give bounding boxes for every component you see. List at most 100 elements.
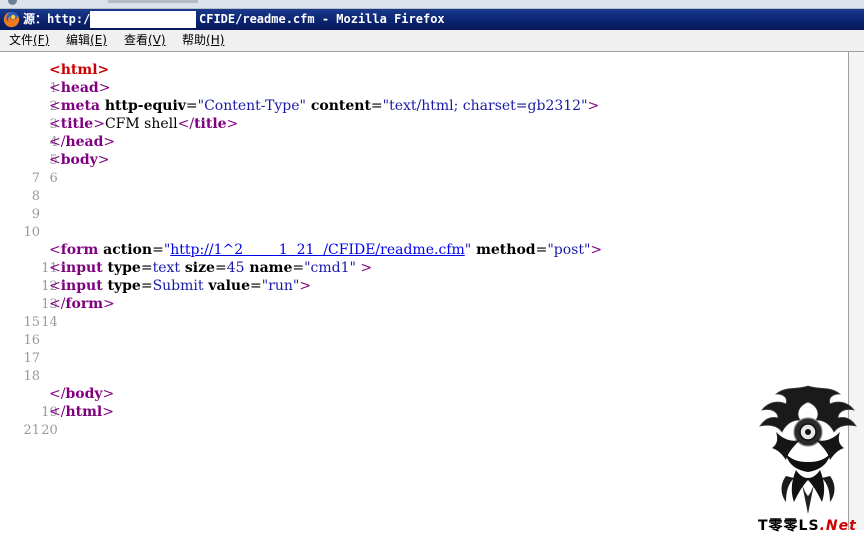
- line-number: 16: [23, 333, 40, 348]
- tag-name: head: [60, 80, 99, 96]
- source-line: 7: [0, 169, 40, 187]
- line-code: </html>: [49, 403, 114, 421]
- line-number: 7: [31, 171, 40, 186]
- attr-equals: =: [370, 98, 383, 114]
- source-line: 8: [0, 187, 40, 205]
- line-code: </body>: [49, 385, 114, 403]
- tag-name: head: [65, 134, 104, 150]
- attr-name: action: [98, 242, 153, 258]
- redacted-host: [90, 11, 196, 28]
- tag-name: body: [65, 386, 103, 402]
- attr-name: method: [471, 242, 536, 258]
- menu-edit[interactable]: 编辑(E): [66, 33, 107, 48]
- line-code: </head>: [49, 133, 115, 151]
- line-number: 18: [23, 369, 40, 384]
- line-number: 15: [23, 315, 40, 330]
- attr-name: type: [102, 278, 141, 294]
- line-number: 21: [23, 423, 40, 438]
- tag-name: form: [65, 296, 104, 312]
- menu-file[interactable]: 文件(F): [9, 33, 49, 48]
- tag-open: </: [49, 386, 66, 402]
- line-code: </form>: [49, 295, 115, 313]
- menu-edit-key: (E): [90, 33, 107, 47]
- line-number: 9: [31, 207, 40, 222]
- tag-close: >: [102, 404, 114, 420]
- line-code: <head>: [49, 79, 110, 97]
- source-line: 19 </body>: [0, 385, 114, 420]
- menu-help[interactable]: 帮助(H): [182, 33, 224, 48]
- source-line: 10: [0, 223, 40, 241]
- attr-name: value: [203, 278, 251, 294]
- tag-close: >: [103, 134, 116, 150]
- line-number: 10: [23, 225, 40, 240]
- source-line: 12 <input type=text size=45 name="cmd1" …: [0, 259, 372, 294]
- line-code: <html>: [49, 61, 109, 79]
- source-line: 6 <body>: [0, 151, 110, 186]
- source-line: 21: [0, 421, 40, 439]
- line-code: <input type=Submit value="run">: [49, 277, 311, 295]
- background-window-strip: [0, 0, 864, 9]
- attr-value: "Content-Type": [197, 98, 306, 114]
- tag-open: <: [49, 242, 61, 258]
- source-line: 4 <title>CFM shell</title>: [0, 115, 238, 150]
- tag-name: title: [194, 116, 227, 132]
- tag-close: >: [590, 242, 603, 258]
- attr-value: text: [152, 260, 181, 276]
- attr-equals: =: [140, 260, 153, 276]
- attr-value: "run": [261, 278, 300, 294]
- title-bar[interactable]: 源：http:// CFIDE/readme.cfm - Mozilla Fir…: [0, 9, 864, 30]
- title-text: CFM shell: [104, 116, 178, 132]
- tag-close: >: [587, 98, 600, 114]
- attr-value: "text/html; charset=gb2312": [382, 98, 588, 114]
- tag-open: <: [49, 80, 61, 96]
- source-line: 11 <form action="http://1^2 1 21 /CFIDE/…: [0, 241, 602, 276]
- tag-close: >: [98, 80, 111, 96]
- window-title-prefix: 源：http://: [23, 12, 98, 26]
- source-line: 14 </form>: [0, 295, 114, 330]
- watermark-brand: T零零LS: [758, 518, 820, 534]
- status-area: [0, 530, 864, 540]
- window-title-suffix: CFIDE/readme.cfm - Mozilla Firefox: [199, 12, 445, 26]
- menu-file-label: 文件: [9, 33, 34, 47]
- attr-name: http-equiv: [100, 98, 186, 114]
- tag-name: html: [65, 404, 103, 420]
- menu-view[interactable]: 查看(V): [124, 33, 166, 48]
- dragon-tribal-logo: [759, 385, 857, 514]
- attr-value: "post": [547, 242, 591, 258]
- attr-equals: =: [214, 260, 227, 276]
- tag-close: >: [103, 296, 115, 312]
- menu-file-key: (F): [33, 33, 50, 47]
- attr-value: Submit: [152, 278, 204, 294]
- attr-name: name: [244, 260, 293, 276]
- source-line: 20 </html>: [0, 403, 114, 438]
- attr-value: "cmd1": [304, 260, 356, 276]
- line-code: <body>: [49, 151, 110, 169]
- tag-close: >: [93, 116, 105, 132]
- menu-view-label: 查看: [124, 33, 149, 47]
- menu-help-key: (H): [206, 33, 225, 47]
- source-line: 5 </head>: [0, 133, 115, 168]
- tag-name: html: [60, 62, 98, 78]
- menu-edit-label: 编辑: [66, 33, 91, 47]
- form-action-link[interactable]: http://1^2 1 21 /CFIDE/readme.cfm: [170, 242, 464, 258]
- background-title-residue: [108, 0, 198, 3]
- source-line: 9: [0, 205, 40, 223]
- tag-name: form: [60, 242, 99, 258]
- source-line: 17: [0, 349, 40, 367]
- line-code: <input type=text size=45 name="cmd1" >: [49, 259, 372, 277]
- tag-open: <: [49, 260, 61, 276]
- line-code: <form action="http://1^2 1 21 /CFIDE/rea…: [49, 241, 602, 259]
- watermark-net: .Net: [819, 518, 857, 534]
- attr-value: 45: [226, 260, 245, 276]
- tag-open: <: [49, 98, 61, 114]
- line-number: 17: [23, 351, 40, 366]
- tag-open: <: [49, 152, 61, 168]
- tag-name: title: [60, 116, 94, 132]
- tag-open: <: [49, 116, 61, 132]
- attr-equals: =: [152, 242, 164, 258]
- tag-open: </: [49, 404, 66, 420]
- menu-help-label: 帮助: [182, 33, 207, 47]
- source-view[interactable]: 1 <html> 2 <head> 3 <meta http-equiv="Co…: [0, 52, 849, 530]
- tag-open: </: [49, 296, 66, 312]
- source-line: 2 <head>: [0, 79, 110, 114]
